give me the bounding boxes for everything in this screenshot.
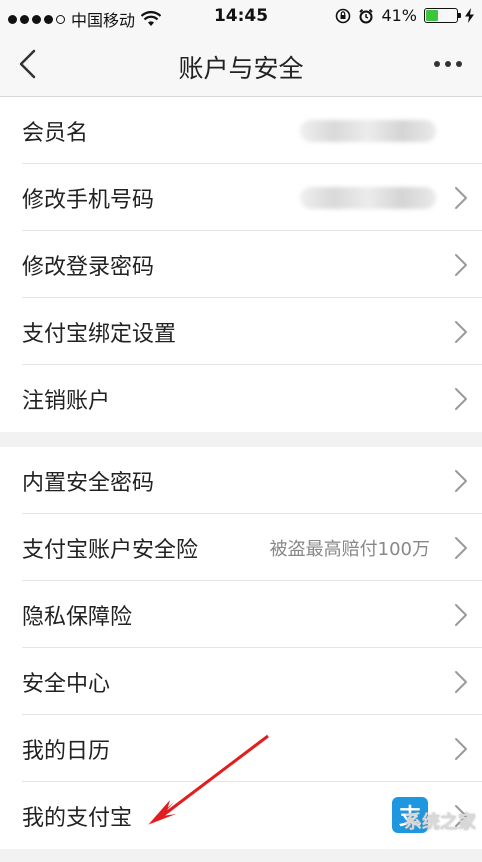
charging-icon: [465, 8, 474, 23]
redacted-value: [300, 119, 436, 142]
security-services-group: 内置安全密码支付宝账户安全险 被盗最高赔付100万隐私保障险安全中心我的日历我的支…: [0, 447, 482, 849]
list-item[interactable]: 内置安全密码: [0, 447, 482, 514]
list-item-label: 内置安全密码: [22, 470, 155, 496]
list-item[interactable]: 修改登录密码: [0, 231, 482, 298]
list-item-value: 被盗最高赔付100万: [269, 538, 430, 560]
list-item-label: 支付宝绑定设置: [22, 321, 177, 347]
chevron-right-icon: [455, 187, 467, 209]
list-item-label: 注销账户: [22, 388, 111, 414]
list-item-label: 我的支付宝: [22, 805, 133, 831]
list-item[interactable]: 隐私保障险: [0, 581, 482, 648]
battery-percent: 41%: [381, 6, 417, 25]
chevron-right-icon: [455, 604, 467, 626]
list-item-label: 支付宝账户安全险: [22, 537, 199, 563]
list-item-label: 隐私保障险: [22, 604, 133, 630]
chevron-right-icon: [455, 321, 467, 343]
list-item[interactable]: 我的日历: [0, 715, 482, 782]
rotation-lock-icon: [336, 8, 351, 23]
list-item[interactable]: 我的支付宝 支: [0, 782, 482, 849]
chevron-right-icon: [455, 671, 467, 693]
chevron-right-icon: [455, 805, 467, 827]
list-item[interactable]: 修改手机号码: [0, 164, 482, 231]
status-right: 41%: [335, 6, 474, 25]
list-item[interactable]: 支付宝账户安全险 被盗最高赔付100万: [0, 514, 482, 581]
chevron-right-icon: [455, 470, 467, 492]
chevron-right-icon: [455, 254, 467, 276]
more-dot-icon: [434, 61, 440, 67]
battery-icon: [424, 8, 461, 23]
back-button[interactable]: [16, 48, 46, 80]
chevron-right-icon: [455, 388, 467, 410]
list-item-label: 会员名: [22, 120, 89, 146]
account-settings-group: 会员名修改手机号码 修改登录密码 支付宝绑定设置 注销账户: [0, 97, 482, 432]
more-dot-icon: [445, 61, 451, 67]
chevron-right-icon: [455, 537, 467, 559]
list-item-label: 安全中心: [22, 671, 111, 697]
list-item[interactable]: 会员名: [0, 97, 482, 164]
list-item[interactable]: 注销账户: [0, 365, 482, 432]
alipay-icon: 支: [392, 797, 428, 833]
chevron-right-icon: [455, 738, 467, 760]
navigation-bar: 账户与安全: [0, 34, 482, 97]
list-item[interactable]: 支付宝绑定设置: [0, 298, 482, 365]
more-options-button[interactable]: [434, 56, 466, 72]
list-item[interactable]: 安全中心: [0, 648, 482, 715]
list-item-label: 我的日历: [22, 738, 111, 764]
more-dot-icon: [456, 61, 462, 67]
list-item-label: 修改手机号码: [22, 187, 155, 213]
status-bar: 中国移动 14:45 41%: [0, 0, 482, 34]
redacted-value: [300, 186, 436, 209]
alarm-icon: [359, 8, 374, 23]
battery-level: [426, 10, 438, 21]
back-chevron-icon: [19, 49, 36, 79]
list-item-label: 修改登录密码: [22, 254, 155, 280]
page-title: 账户与安全: [178, 54, 304, 83]
